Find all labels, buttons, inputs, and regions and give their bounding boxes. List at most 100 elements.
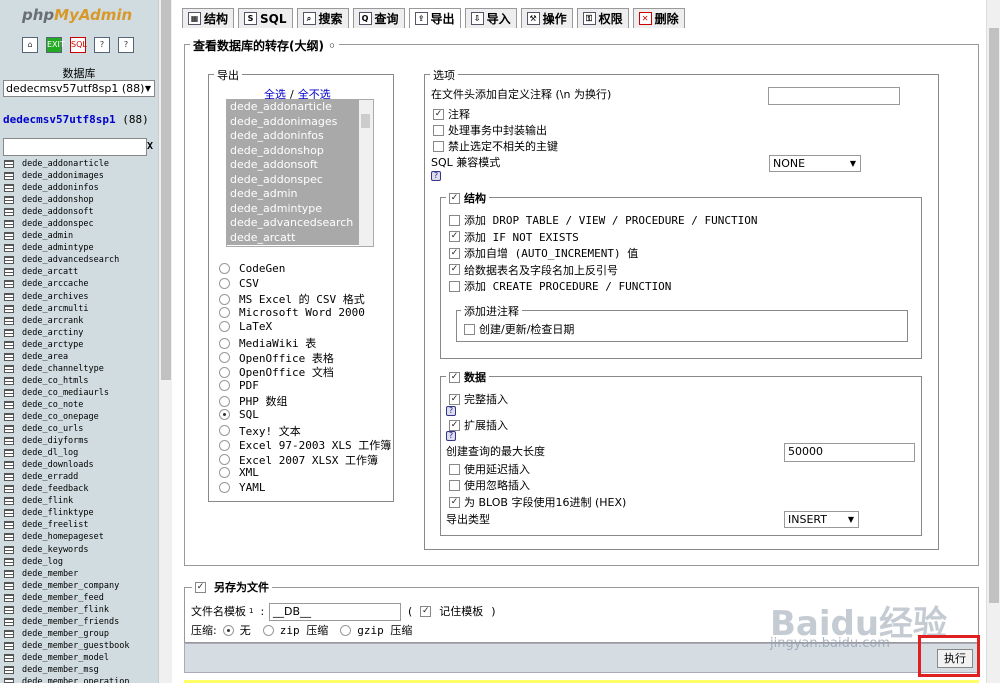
sidebar-table-name[interactable]: dede_admin (22, 230, 73, 242)
sidebar-table-item[interactable]: dede_member_group (4, 628, 129, 640)
format-option[interactable]: OpenOffice 表格 (219, 350, 334, 366)
sidebar-table-name[interactable]: dede_keywords (22, 544, 89, 556)
format-option[interactable]: CSV (219, 277, 259, 290)
complete-insert-help[interactable]: ? (446, 406, 456, 416)
sidebar-table-name[interactable]: dede_homepageset (22, 531, 104, 543)
table-icon[interactable] (4, 593, 14, 602)
format-radio[interactable] (219, 293, 230, 305)
sidebar-table-name[interactable]: dede_member_group (22, 628, 109, 640)
structure-option-checkbox[interactable] (449, 280, 460, 292)
table-icon[interactable] (4, 292, 14, 301)
sidebar-table-name[interactable]: dede_member_company (22, 580, 119, 592)
table-icon[interactable] (4, 629, 14, 638)
structure-checkbox[interactable]: ✓ (449, 192, 460, 204)
format-option[interactable]: SQL (219, 408, 259, 421)
table-icon[interactable] (4, 545, 14, 554)
table-icon[interactable] (4, 244, 14, 253)
remember-template-checkbox[interactable]: ✓ (420, 605, 432, 617)
sidebar-table-item[interactable]: dede_member_flink (4, 604, 129, 616)
sidebar-table-item[interactable]: dede_flinktype (4, 507, 129, 519)
sidebar-table-name[interactable]: dede_member_feed (22, 592, 104, 604)
table-icon[interactable] (4, 400, 14, 409)
sidebar-table-item[interactable]: dede_channeltype (4, 363, 129, 375)
structure-option-checkbox[interactable] (449, 214, 460, 226)
sidebar-table-name[interactable]: dede_member (22, 568, 78, 580)
table-icon[interactable] (4, 678, 14, 683)
sidebar-table-item[interactable]: dede_member_feed (4, 592, 129, 604)
ignore-option[interactable]: 使用忽略插入 (449, 477, 530, 493)
sidebar-table-name[interactable]: dede_addonarticle (22, 158, 109, 170)
sidebar-table-name[interactable]: dede_member_flink (22, 604, 109, 616)
help-icon[interactable]: ? (446, 406, 456, 416)
structure-option[interactable]: 添加 CREATE PROCEDURE / FUNCTION (449, 278, 671, 294)
table-icon[interactable] (4, 449, 14, 458)
compat-select[interactable]: NONE ▼ (769, 155, 861, 172)
format-option[interactable]: CodeGen (219, 262, 285, 275)
table-icon[interactable] (4, 160, 14, 169)
table-icon[interactable] (4, 413, 14, 421)
remember-template-option[interactable]: (✓ 记住模板) (408, 603, 496, 619)
export-table-option[interactable]: dede_admintype (227, 201, 359, 216)
tab-export[interactable]: ⇪ 导出 (408, 8, 461, 28)
sidebar-table-name[interactable]: dede_addoninfos (22, 182, 99, 194)
format-radio[interactable] (219, 482, 230, 493)
database-select[interactable]: dedecmsv57utf8sp1 (88) ▼ (3, 80, 155, 97)
table-icon[interactable] (4, 352, 14, 361)
sidebar-table-name[interactable]: dede_feedback (22, 483, 89, 495)
sidebar-table-item[interactable]: dede_addonsoft (4, 206, 129, 218)
table-icon[interactable] (4, 605, 14, 614)
complete-insert-checkbox[interactable]: ✓ (449, 393, 460, 405)
database-link[interactable]: dedecmsv57utf8sp1 (88) (3, 113, 149, 126)
table-icon[interactable] (4, 569, 14, 578)
compression-gzip-radio[interactable] (340, 624, 352, 636)
sidebar-table-name[interactable]: dede_addonimages (22, 170, 104, 182)
navigation-scrollbar[interactable] (158, 0, 172, 683)
sidebar-table-name[interactable]: dede_addonsoft (22, 206, 94, 218)
table-icon[interactable] (4, 581, 14, 590)
compression-zip-radio[interactable] (262, 624, 274, 636)
format-option[interactable]: PHP 数组 (219, 393, 288, 409)
sidebar-table-name[interactable]: dede_erradd (22, 471, 78, 483)
tab-drop[interactable]: ✕ 删除 (632, 8, 685, 28)
help-icon[interactable]: ? (431, 171, 441, 181)
table-icon[interactable] (4, 485, 14, 494)
table-icon[interactable] (4, 340, 14, 349)
sidebar-table-name[interactable]: dede_co_urls (22, 423, 83, 435)
sidebar-table-item[interactable]: dede_arcmulti (4, 303, 129, 315)
sidebar-table-name[interactable]: dede_co_note (22, 399, 83, 411)
sidebar-table-item[interactable]: dede_feedback (4, 483, 129, 495)
sidebar-table-name[interactable]: dede_addonspec (22, 218, 94, 230)
tab-search[interactable]: ⌕ 搜索 (296, 8, 349, 28)
sidebar-table-name[interactable]: dede_freelist (22, 519, 89, 531)
sidebar-table-name[interactable]: dede_admintype (22, 242, 94, 254)
sidebar-table-item[interactable]: dede_dl_log (4, 447, 129, 459)
table-icon[interactable] (4, 461, 14, 470)
structure-option[interactable]: ✓ 添加 IF NOT EXISTS (449, 229, 579, 245)
delayed-option[interactable]: 使用延迟插入 (449, 461, 530, 477)
save-file-legend[interactable]: ✓ 另存为文件 (192, 579, 272, 595)
format-option[interactable]: Excel 97-2003 XLS 工作簿 (219, 437, 391, 453)
table-icon[interactable] (4, 316, 14, 325)
format-radio[interactable] (219, 366, 230, 378)
extended-insert-option[interactable]: ✓ 扩展插入 (449, 417, 508, 433)
format-radio[interactable] (219, 321, 230, 333)
sidebar-table-item[interactable]: dede_arcrank (4, 315, 129, 327)
table-icon[interactable] (4, 509, 14, 518)
format-radio[interactable] (219, 337, 230, 349)
format-option[interactable]: Microsoft Word 2000 (219, 306, 365, 319)
format-option[interactable]: MS Excel 的 CSV 格式 (219, 291, 365, 307)
sidebar-table-item[interactable]: dede_co_note (4, 399, 129, 411)
sidebar-table-item[interactable]: dede_freelist (4, 519, 129, 531)
table-icon[interactable] (4, 473, 14, 482)
sidebar-table-name[interactable]: dede_advancedsearch (22, 254, 119, 266)
table-icon[interactable] (4, 328, 14, 337)
transaction-checkbox[interactable] (433, 124, 444, 136)
table-icon[interactable] (4, 220, 14, 229)
sidebar-table-item[interactable]: dede_addoninfos (4, 182, 129, 194)
format-option[interactable]: Texy! 文本 (219, 423, 301, 439)
table-icon[interactable] (4, 617, 14, 626)
export-table-list[interactable]: dede_addonarticle dede_addonimages dede_ad… (226, 99, 374, 247)
sidebar-table-name[interactable]: dede_arccache (22, 278, 89, 290)
sidebar-table-name[interactable]: dede_flink (22, 495, 73, 507)
format-option[interactable]: YAML (219, 481, 266, 494)
